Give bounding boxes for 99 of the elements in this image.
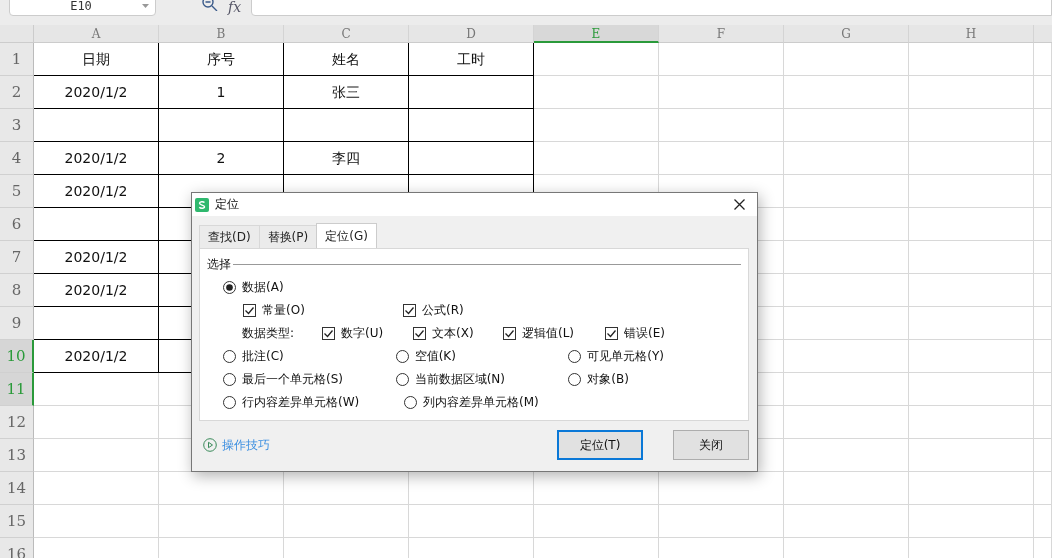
grid-cell bbox=[1034, 472, 1052, 505]
radio-button[interactable] bbox=[223, 396, 236, 409]
grid-cell bbox=[1034, 109, 1052, 142]
radio-button[interactable] bbox=[395, 373, 409, 386]
column-header[interactable]: A bbox=[34, 25, 159, 43]
grid-cell bbox=[1034, 307, 1052, 340]
table-cell: 2020/1/2 bbox=[34, 142, 159, 175]
table-cell: 序号 bbox=[159, 43, 284, 76]
tab[interactable]: 替换(P) bbox=[258, 225, 318, 248]
column-header[interactable]: D bbox=[409, 25, 534, 43]
row-header[interactable]: 5 bbox=[0, 175, 34, 208]
table-cell: 张三 bbox=[284, 76, 409, 109]
app-logo-icon bbox=[195, 197, 209, 212]
grid-cell bbox=[1034, 439, 1052, 472]
row-header[interactable]: 6 bbox=[0, 208, 34, 241]
radio-option[interactable]: 当前数据区域(N) bbox=[395, 371, 569, 388]
checkbox[interactable] bbox=[503, 327, 516, 340]
column-header[interactable]: H bbox=[909, 25, 1034, 43]
checkbox-option[interactable]: 文本(X) bbox=[413, 325, 503, 342]
group-label: 选择 bbox=[207, 256, 231, 273]
checkbox[interactable] bbox=[403, 304, 416, 317]
grid-cell bbox=[1034, 43, 1052, 76]
row-header[interactable]: 2 bbox=[0, 76, 34, 109]
checkbox-option[interactable]: 公式(R) bbox=[403, 302, 464, 319]
field-label: 数据类型: bbox=[242, 325, 296, 342]
table-cell: 2020/1/2 bbox=[34, 76, 159, 109]
dialog-title: 定位 bbox=[215, 196, 240, 213]
radio-button[interactable] bbox=[568, 373, 582, 386]
close-icon bbox=[733, 199, 745, 210]
table-cell: 姓名 bbox=[284, 43, 409, 76]
grid-cell bbox=[1034, 208, 1052, 241]
column-header[interactable]: C bbox=[284, 25, 409, 43]
table-cell: 2020/1/2 bbox=[34, 340, 159, 373]
radio-button[interactable] bbox=[568, 350, 582, 363]
table-cell: 2 bbox=[159, 142, 284, 175]
row-header[interactable]: 4 bbox=[0, 142, 34, 175]
tips-link[interactable]: 操作技巧 bbox=[203, 436, 270, 454]
grid-cell bbox=[1034, 505, 1052, 538]
zoom-icon bbox=[202, 0, 218, 11]
radio-button[interactable] bbox=[395, 350, 409, 363]
checkbox[interactable] bbox=[413, 327, 426, 340]
grid-cell bbox=[1034, 373, 1052, 406]
tab[interactable]: 查找(D) bbox=[199, 225, 260, 248]
radio-option[interactable]: 数据(A) bbox=[223, 279, 404, 296]
checkbox[interactable] bbox=[322, 327, 335, 340]
row-header[interactable]: 9 bbox=[0, 307, 34, 340]
radio-option[interactable]: 最后一个单元格(S) bbox=[223, 371, 396, 388]
dialog-button[interactable]: 关闭 bbox=[673, 430, 749, 460]
grid-cell bbox=[1034, 175, 1052, 208]
radio-option[interactable]: 列内容差异单元格(M) bbox=[404, 394, 585, 411]
table-cell: 日期 bbox=[34, 43, 159, 76]
row-header[interactable]: 13 bbox=[0, 439, 34, 472]
dialog-button[interactable]: 定位(T) bbox=[557, 430, 643, 460]
table-cell: 工时 bbox=[409, 43, 534, 76]
radio-button[interactable] bbox=[223, 350, 236, 363]
row-header[interactable]: 10 bbox=[0, 340, 34, 373]
function-label[interactable]: fx bbox=[228, 0, 242, 15]
formula-input[interactable] bbox=[251, 0, 1052, 16]
radio-option[interactable]: 对象(B) bbox=[568, 371, 741, 388]
radio-button[interactable] bbox=[223, 281, 236, 294]
checkbox[interactable] bbox=[605, 327, 618, 340]
grid-cell bbox=[1034, 76, 1052, 109]
checkbox-option[interactable]: 错误(E) bbox=[605, 325, 665, 342]
radio-option[interactable]: 行内容差异单元格(W) bbox=[223, 394, 404, 411]
checkbox-option[interactable]: 逻辑值(L) bbox=[503, 325, 605, 342]
play-circle-icon bbox=[203, 438, 217, 452]
table-cell: 1 bbox=[159, 76, 284, 109]
table-cell: 李四 bbox=[284, 142, 409, 175]
grid-cell bbox=[1034, 142, 1052, 175]
row-header[interactable]: 12 bbox=[0, 406, 34, 439]
row-header[interactable]: 14 bbox=[0, 472, 34, 505]
grid-cell bbox=[1034, 274, 1052, 307]
grid-cell bbox=[1034, 241, 1052, 274]
table-cell: 2020/1/2 bbox=[34, 274, 159, 307]
column-header[interactable]: F bbox=[659, 25, 784, 43]
radio-option[interactable]: 空值(K) bbox=[395, 348, 569, 365]
row-header[interactable]: 8 bbox=[0, 274, 34, 307]
row-header[interactable]: 11 bbox=[0, 373, 34, 406]
radio-option[interactable]: 批注(C) bbox=[223, 348, 396, 365]
radio-option[interactable]: 可见单元格(Y) bbox=[568, 348, 741, 365]
row-header[interactable]: 1 bbox=[0, 43, 34, 76]
radio-button[interactable] bbox=[223, 373, 236, 386]
tab[interactable]: 定位(G) bbox=[316, 223, 377, 248]
grid-cell bbox=[1034, 406, 1052, 439]
row-header[interactable]: 7 bbox=[0, 241, 34, 274]
checkbox[interactable] bbox=[243, 304, 256, 317]
row-header[interactable]: 15 bbox=[0, 505, 34, 538]
table-cell: 2020/1/2 bbox=[34, 175, 159, 208]
checkbox-option[interactable]: 数字(U) bbox=[322, 325, 413, 342]
checkbox-option[interactable]: 常量(O) bbox=[243, 302, 403, 319]
row-header[interactable]: 3 bbox=[0, 109, 34, 142]
radio-button[interactable] bbox=[404, 396, 417, 409]
column-header[interactable]: G bbox=[784, 25, 909, 43]
grid-cell bbox=[1034, 340, 1052, 373]
column-header[interactable]: B bbox=[159, 25, 284, 43]
table-cell: 2020/1/2 bbox=[34, 241, 159, 274]
name-box[interactable]: E10 bbox=[9, 0, 156, 16]
column-header[interactable]: E bbox=[534, 25, 659, 43]
dropdown-icon bbox=[142, 4, 149, 8]
